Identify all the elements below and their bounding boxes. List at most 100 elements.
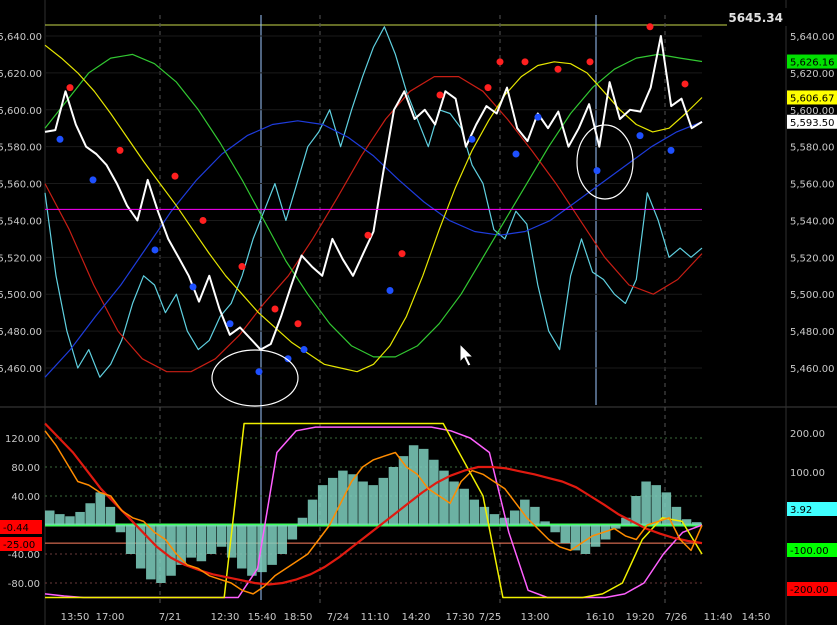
price-y-tick-left: 5,620.00 <box>0 69 42 80</box>
price-y-tick-left: 5,600.00 <box>0 106 42 117</box>
blue-dot <box>226 320 234 328</box>
blue-dot <box>636 132 644 140</box>
x-tick-label: 7/26 <box>665 612 687 623</box>
blue-dot <box>386 287 394 295</box>
osc-y-tick-left: 80.00 <box>11 463 40 474</box>
osc-histogram-bar <box>580 525 591 554</box>
price-y-tick-right: 5,620.00 <box>790 69 835 80</box>
red-dot <box>171 172 179 180</box>
x-tick-label: 18:50 <box>284 612 313 623</box>
red-dot <box>586 58 594 66</box>
x-tick-label: 14:50 <box>742 612 771 623</box>
osc-histogram-bar <box>489 514 500 525</box>
x-tick-label: 7/25 <box>479 612 501 623</box>
red-dot <box>238 263 246 271</box>
osc-histogram-bar <box>540 521 550 525</box>
osc-histogram-bar <box>550 525 560 533</box>
osc-histogram-bar <box>651 485 661 525</box>
osc-histogram-bar <box>85 503 95 525</box>
osc-histogram-bar <box>267 525 277 565</box>
osc-histogram-bar <box>216 525 227 547</box>
x-tick-label: 17:30 <box>446 612 475 623</box>
osc-histogram-bar <box>196 525 207 562</box>
price-y-tick-left: 5,580.00 <box>0 143 42 154</box>
red-dot <box>681 80 689 88</box>
osc-y-tick-left: -80.00 <box>8 579 40 590</box>
blue-dot <box>512 150 520 158</box>
osc-histogram-bar <box>95 492 106 525</box>
osc-y-tick-left: 40.00 <box>11 492 40 503</box>
osc-histogram-bar <box>55 514 65 525</box>
osc-histogram-bar <box>691 522 702 525</box>
price-label-text: 5,626.16 <box>790 58 835 69</box>
osc-histogram-bar <box>115 525 126 533</box>
chart-background <box>0 0 837 625</box>
red-dot <box>554 65 562 73</box>
osc-histogram-bar <box>509 510 520 525</box>
osc-histogram-bar <box>125 525 136 554</box>
x-tick-label: 17:00 <box>96 612 125 623</box>
x-tick-label: 16:10 <box>586 612 615 623</box>
red-dot <box>294 320 302 328</box>
price-label-text: 5,606.67 <box>790 93 835 104</box>
red-dot <box>271 305 279 313</box>
x-tick-label: 13:50 <box>61 612 90 623</box>
osc-histogram-bar <box>378 477 389 525</box>
price-y-tick-left: 5,460.00 <box>0 364 42 375</box>
osc-histogram-bar <box>520 499 530 525</box>
x-tick-label: 13:00 <box>521 612 550 623</box>
x-tick-label: 15:40 <box>248 612 277 623</box>
osc-histogram-bar <box>368 485 378 525</box>
osc-histogram-bar <box>277 525 287 554</box>
blue-dot <box>468 135 476 143</box>
osc-histogram-bar <box>499 517 510 525</box>
osc-left-value-text: -25.00 <box>3 540 35 551</box>
price-y-tick-left: 5,500.00 <box>0 290 42 301</box>
osc-histogram-bar <box>247 525 257 576</box>
red-dot <box>199 216 207 224</box>
osc-histogram-bar <box>560 525 570 544</box>
red-dot <box>646 23 654 31</box>
osc-histogram-bar <box>105 506 116 525</box>
price-y-tick-left: 5,520.00 <box>0 253 42 264</box>
red-dot <box>66 84 74 92</box>
price-y-tick-left: 5,540.00 <box>0 216 42 227</box>
x-tick-label: 19:20 <box>626 612 655 623</box>
blue-dot <box>189 283 197 291</box>
red-dot <box>398 250 406 258</box>
x-tick-label: 14:20 <box>402 612 431 623</box>
red-dot <box>496 58 504 66</box>
blue-dot <box>56 135 64 143</box>
osc-histogram-bar <box>186 525 197 558</box>
osc-right-value-text: 3.92 <box>790 505 812 516</box>
osc-histogram-bar <box>75 511 85 525</box>
x-tick-label: 11:40 <box>704 612 733 623</box>
price-y-tick-left: 5,560.00 <box>0 180 42 191</box>
price-y-tick-right: 5,640.00 <box>790 32 835 43</box>
price-y-tick-right: 5,560.00 <box>790 180 835 191</box>
blue-dot <box>89 176 97 184</box>
x-tick-label: 7/24 <box>327 612 349 623</box>
osc-right-value-text: -200.00 <box>790 585 829 596</box>
blue-dot <box>593 167 601 175</box>
price-y-tick-right: 5,580.00 <box>790 143 835 154</box>
blue-dot <box>534 113 542 121</box>
blue-dot <box>300 346 308 354</box>
osc-y-tick-right: 200.00 <box>790 429 825 440</box>
red-dot <box>521 58 529 66</box>
price-y-tick-right: 5,500.00 <box>790 290 835 301</box>
price-y-tick-left: 5,640.00 <box>0 32 42 43</box>
price-chart[interactable]: 5,640.00 5,640.00 5,620.00 5,620.00 5,600.00… <box>0 0 837 625</box>
osc-histogram-bar <box>45 510 55 525</box>
x-tick-label: 7/21 <box>159 612 181 623</box>
osc-histogram-bar <box>641 481 651 525</box>
blue-dot <box>255 368 263 376</box>
red-dot <box>116 146 124 154</box>
osc-right-value-text: -100.00 <box>790 546 829 557</box>
osc-histogram-bar <box>287 525 298 540</box>
price-y-tick-right: 5,480.00 <box>790 327 835 338</box>
osc-histogram-bar <box>611 525 621 529</box>
osc-histogram-bar <box>297 517 308 525</box>
osc-left-value-text: -0.44 <box>3 523 29 534</box>
x-tick-label: 12:30 <box>211 612 240 623</box>
